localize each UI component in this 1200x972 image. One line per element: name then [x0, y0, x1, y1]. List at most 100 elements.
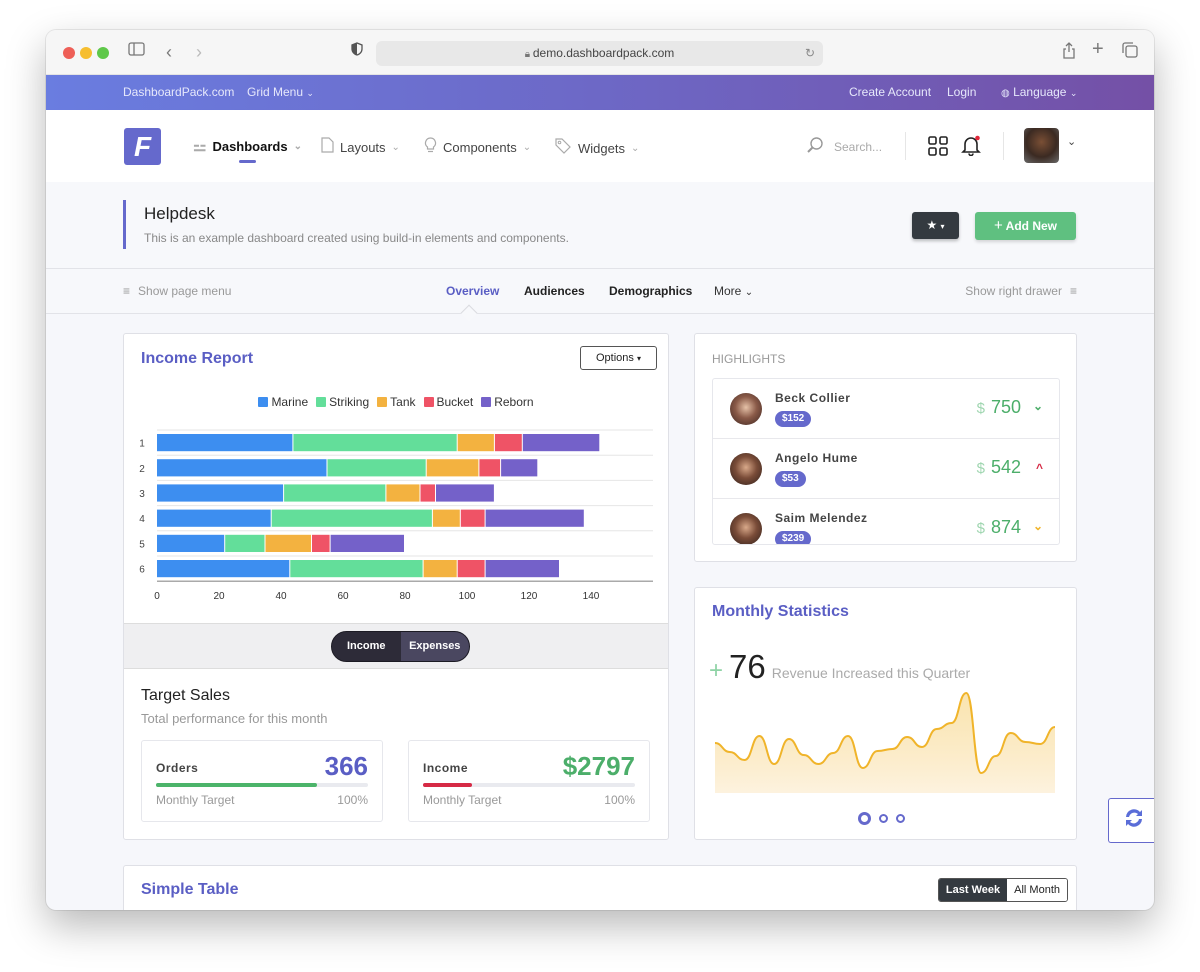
- carousel-dot-active[interactable]: [858, 812, 871, 825]
- search-box[interactable]: Search...: [806, 136, 882, 157]
- y-tick-label: 5: [139, 539, 145, 550]
- legend-item[interactable]: Marine: [258, 395, 308, 409]
- bar-segment-tank: [423, 560, 457, 578]
- y-tick-label: 6: [139, 565, 145, 576]
- highlights-list[interactable]: Beck Collier $152 $750 ⌄ Angelo Hume $53…: [712, 378, 1060, 545]
- highlight-item[interactable]: Angelo Hume $53 $542 ^: [713, 439, 1059, 499]
- url-bar[interactable]: 🔒︎ demo.dashboardpack.com ↻: [376, 41, 823, 66]
- user-menu-chevron-icon[interactable]: ⌄: [1067, 135, 1076, 148]
- amount-value: 750: [990, 397, 1021, 417]
- income-progress-fill: [423, 783, 472, 787]
- app-logo[interactable]: F: [124, 128, 161, 165]
- bar-segment-tank: [426, 459, 479, 477]
- grid-menu-dropdown[interactable]: Grid Menu ⌄: [247, 85, 314, 99]
- expenses-toggle-button[interactable]: Expenses: [400, 632, 469, 661]
- last-week-button[interactable]: Last Week: [938, 879, 1008, 901]
- avatar: [730, 453, 762, 485]
- bar-segment-reborn: [485, 509, 584, 527]
- reload-icon[interactable]: ↻: [805, 41, 815, 66]
- browser-titlebar: ‹ › 🔒︎ demo.dashboardpack.com ↻ +: [46, 30, 1154, 75]
- x-tick-label: 140: [583, 591, 600, 602]
- show-right-drawer-button[interactable]: Show right drawer ≡: [965, 284, 1077, 298]
- legend-swatch: [423, 397, 434, 407]
- back-icon[interactable]: ‹: [166, 42, 172, 62]
- carousel-dot[interactable]: [879, 814, 888, 823]
- income-value: $2797: [562, 751, 635, 781]
- all-month-button[interactable]: All Month: [1007, 879, 1067, 901]
- income-toggle-button[interactable]: Income: [332, 632, 401, 661]
- nav-label: Dashboards: [212, 138, 288, 154]
- close-window-button[interactable]: [63, 47, 75, 59]
- bar-segment-striking: [290, 560, 423, 578]
- income-target-percent: 100%: [604, 793, 635, 807]
- bar-segment-tank: [386, 484, 420, 502]
- add-new-button[interactable]: + Add New: [975, 212, 1076, 240]
- shield-icon[interactable]: [351, 42, 363, 62]
- income-report-title: Income Report: [141, 350, 254, 367]
- currency-symbol: $: [976, 460, 985, 477]
- more-label: More: [714, 284, 742, 298]
- chevron-up-icon: ^: [1035, 461, 1043, 475]
- legend-item[interactable]: Bucket: [423, 395, 474, 409]
- nav-label: Components: [443, 140, 517, 155]
- menu-lines-icon: ≡: [1069, 284, 1077, 298]
- tabs-overview-icon[interactable]: [1122, 42, 1138, 64]
- star-icon: ★: [926, 218, 938, 232]
- apps-grid-icon[interactable]: [928, 136, 948, 161]
- nav-components[interactable]: Components ⌄: [424, 137, 531, 158]
- legend-item[interactable]: Reborn: [481, 395, 534, 409]
- revenue-value: 76: [729, 648, 766, 685]
- bar-segment-striking: [225, 534, 265, 552]
- y-tick-label: 3: [139, 489, 145, 500]
- legend-item[interactable]: Tank: [377, 395, 416, 409]
- tab-overview[interactable]: Overview: [446, 284, 499, 298]
- new-tab-icon[interactable]: +: [1092, 39, 1104, 59]
- tab-audiences[interactable]: Audiences: [524, 284, 585, 298]
- income-expenses-toggle: Income Expenses: [331, 631, 470, 662]
- share-icon[interactable]: [1062, 42, 1076, 65]
- login-link[interactable]: Login: [947, 85, 976, 99]
- legend-label: Bucket: [436, 395, 474, 409]
- highlight-name: Angelo Hume: [775, 451, 858, 465]
- nav-layouts[interactable]: Layouts ⌄: [321, 137, 400, 157]
- show-page-menu-button[interactable]: ≡ Show page menu: [123, 284, 231, 298]
- currency-symbol: $: [976, 520, 985, 537]
- user-avatar[interactable]: [1024, 128, 1059, 163]
- maximize-window-button[interactable]: [97, 47, 109, 59]
- amount-value: 542: [990, 457, 1021, 477]
- nav-label: Widgets: [578, 140, 625, 156]
- divider: [905, 132, 906, 160]
- bar-segment-striking: [284, 484, 386, 502]
- active-tab-pointer: [460, 304, 478, 322]
- bar-segment-tank: [432, 509, 460, 527]
- bar-segment-striking: [293, 434, 457, 452]
- brand-link[interactable]: DashboardPack.com: [123, 85, 234, 99]
- bar-segment-striking: [327, 459, 426, 477]
- favorite-dropdown-button[interactable]: ★ ▾: [912, 212, 959, 239]
- minimize-window-button[interactable]: [80, 47, 92, 59]
- add-new-label: Add New: [1005, 219, 1057, 233]
- x-tick-label: 80: [399, 591, 411, 602]
- nav-dashboards[interactable]: ⚍ Dashboards ⌄: [193, 137, 302, 155]
- nav-widgets[interactable]: Widgets ⌄: [554, 137, 639, 159]
- refresh-button[interactable]: [1108, 798, 1154, 843]
- highlight-item[interactable]: Beck Collier $152 $750 ⌄: [713, 379, 1059, 439]
- active-nav-indicator: [239, 160, 256, 163]
- tab-more[interactable]: More ⌄: [714, 284, 753, 298]
- highlight-name: Saim Melendez: [775, 511, 868, 525]
- highlight-item[interactable]: Saim Melendez $239 $874 ⌄: [713, 499, 1059, 544]
- bar-segment-bucket: [457, 560, 485, 578]
- forward-icon[interactable]: ›: [196, 42, 202, 62]
- notifications-bell-icon[interactable]: [961, 135, 981, 161]
- legend-label: Reborn: [494, 395, 534, 409]
- create-account-link[interactable]: Create Account: [849, 85, 931, 99]
- orders-target-label: Monthly Target: [156, 793, 235, 807]
- tab-demographics[interactable]: Demographics: [609, 284, 692, 298]
- language-dropdown[interactable]: ◍ Language ⌄: [1001, 85, 1077, 99]
- carousel-dot[interactable]: [896, 814, 905, 823]
- sidebar-toggle-icon[interactable]: [128, 42, 145, 62]
- chart-legend: Marine Striking Tank Bucket Reborn: [124, 395, 668, 409]
- options-dropdown-button[interactable]: Options ▾: [580, 346, 657, 370]
- legend-item[interactable]: Striking: [316, 395, 369, 409]
- show-page-menu-label: Show page menu: [138, 284, 232, 298]
